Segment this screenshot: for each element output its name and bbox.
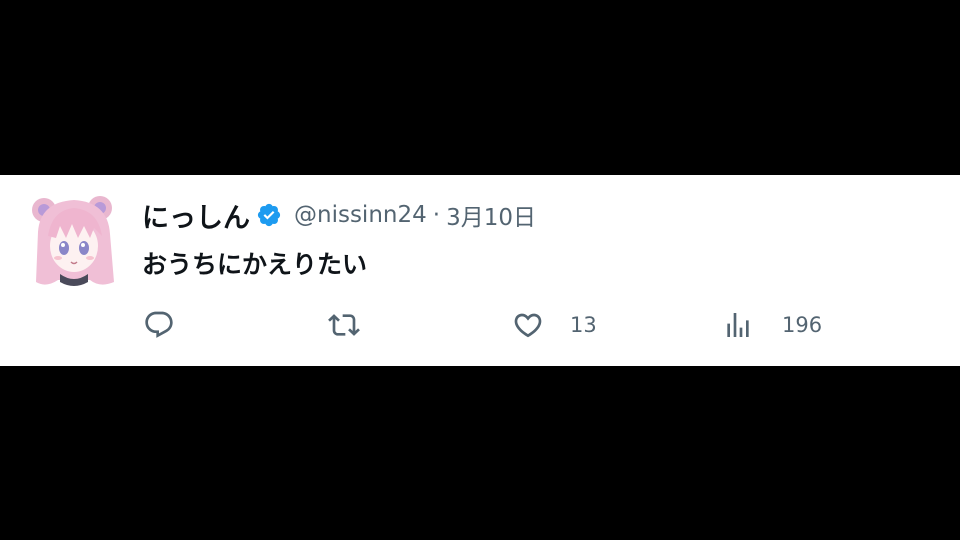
tweet-date[interactable]: 3月10日 <box>446 198 536 232</box>
tweet-text: おうちにかえりたい <box>142 250 368 279</box>
avatar[interactable] <box>30 192 118 290</box>
verified-badge-icon <box>256 202 282 228</box>
heart-icon <box>512 309 544 341</box>
tweet-actions: 13 196 <box>0 305 960 345</box>
views-button[interactable]: 196 <box>722 305 822 345</box>
retweet-button[interactable] <box>328 305 360 345</box>
separator-dot: · <box>432 202 441 228</box>
retweet-icon <box>328 309 360 341</box>
like-button[interactable]: 13 <box>512 305 597 345</box>
like-count: 13 <box>570 313 597 337</box>
user-handle[interactable]: @nissinn24 <box>294 202 427 228</box>
views-bar-chart-icon <box>722 309 754 341</box>
reply-icon <box>143 309 175 341</box>
anime-girl-avatar-icon <box>32 196 114 286</box>
display-name[interactable]: にっしん <box>142 196 250 235</box>
views-count: 196 <box>782 313 823 337</box>
reply-button[interactable] <box>143 305 175 345</box>
tweet-header: にっしん @nissinn24 · 3月10日 <box>142 196 536 235</box>
tweet-card[interactable]: にっしん @nissinn24 · 3月10日 おうちにかえりたい 13 196 <box>0 175 960 366</box>
